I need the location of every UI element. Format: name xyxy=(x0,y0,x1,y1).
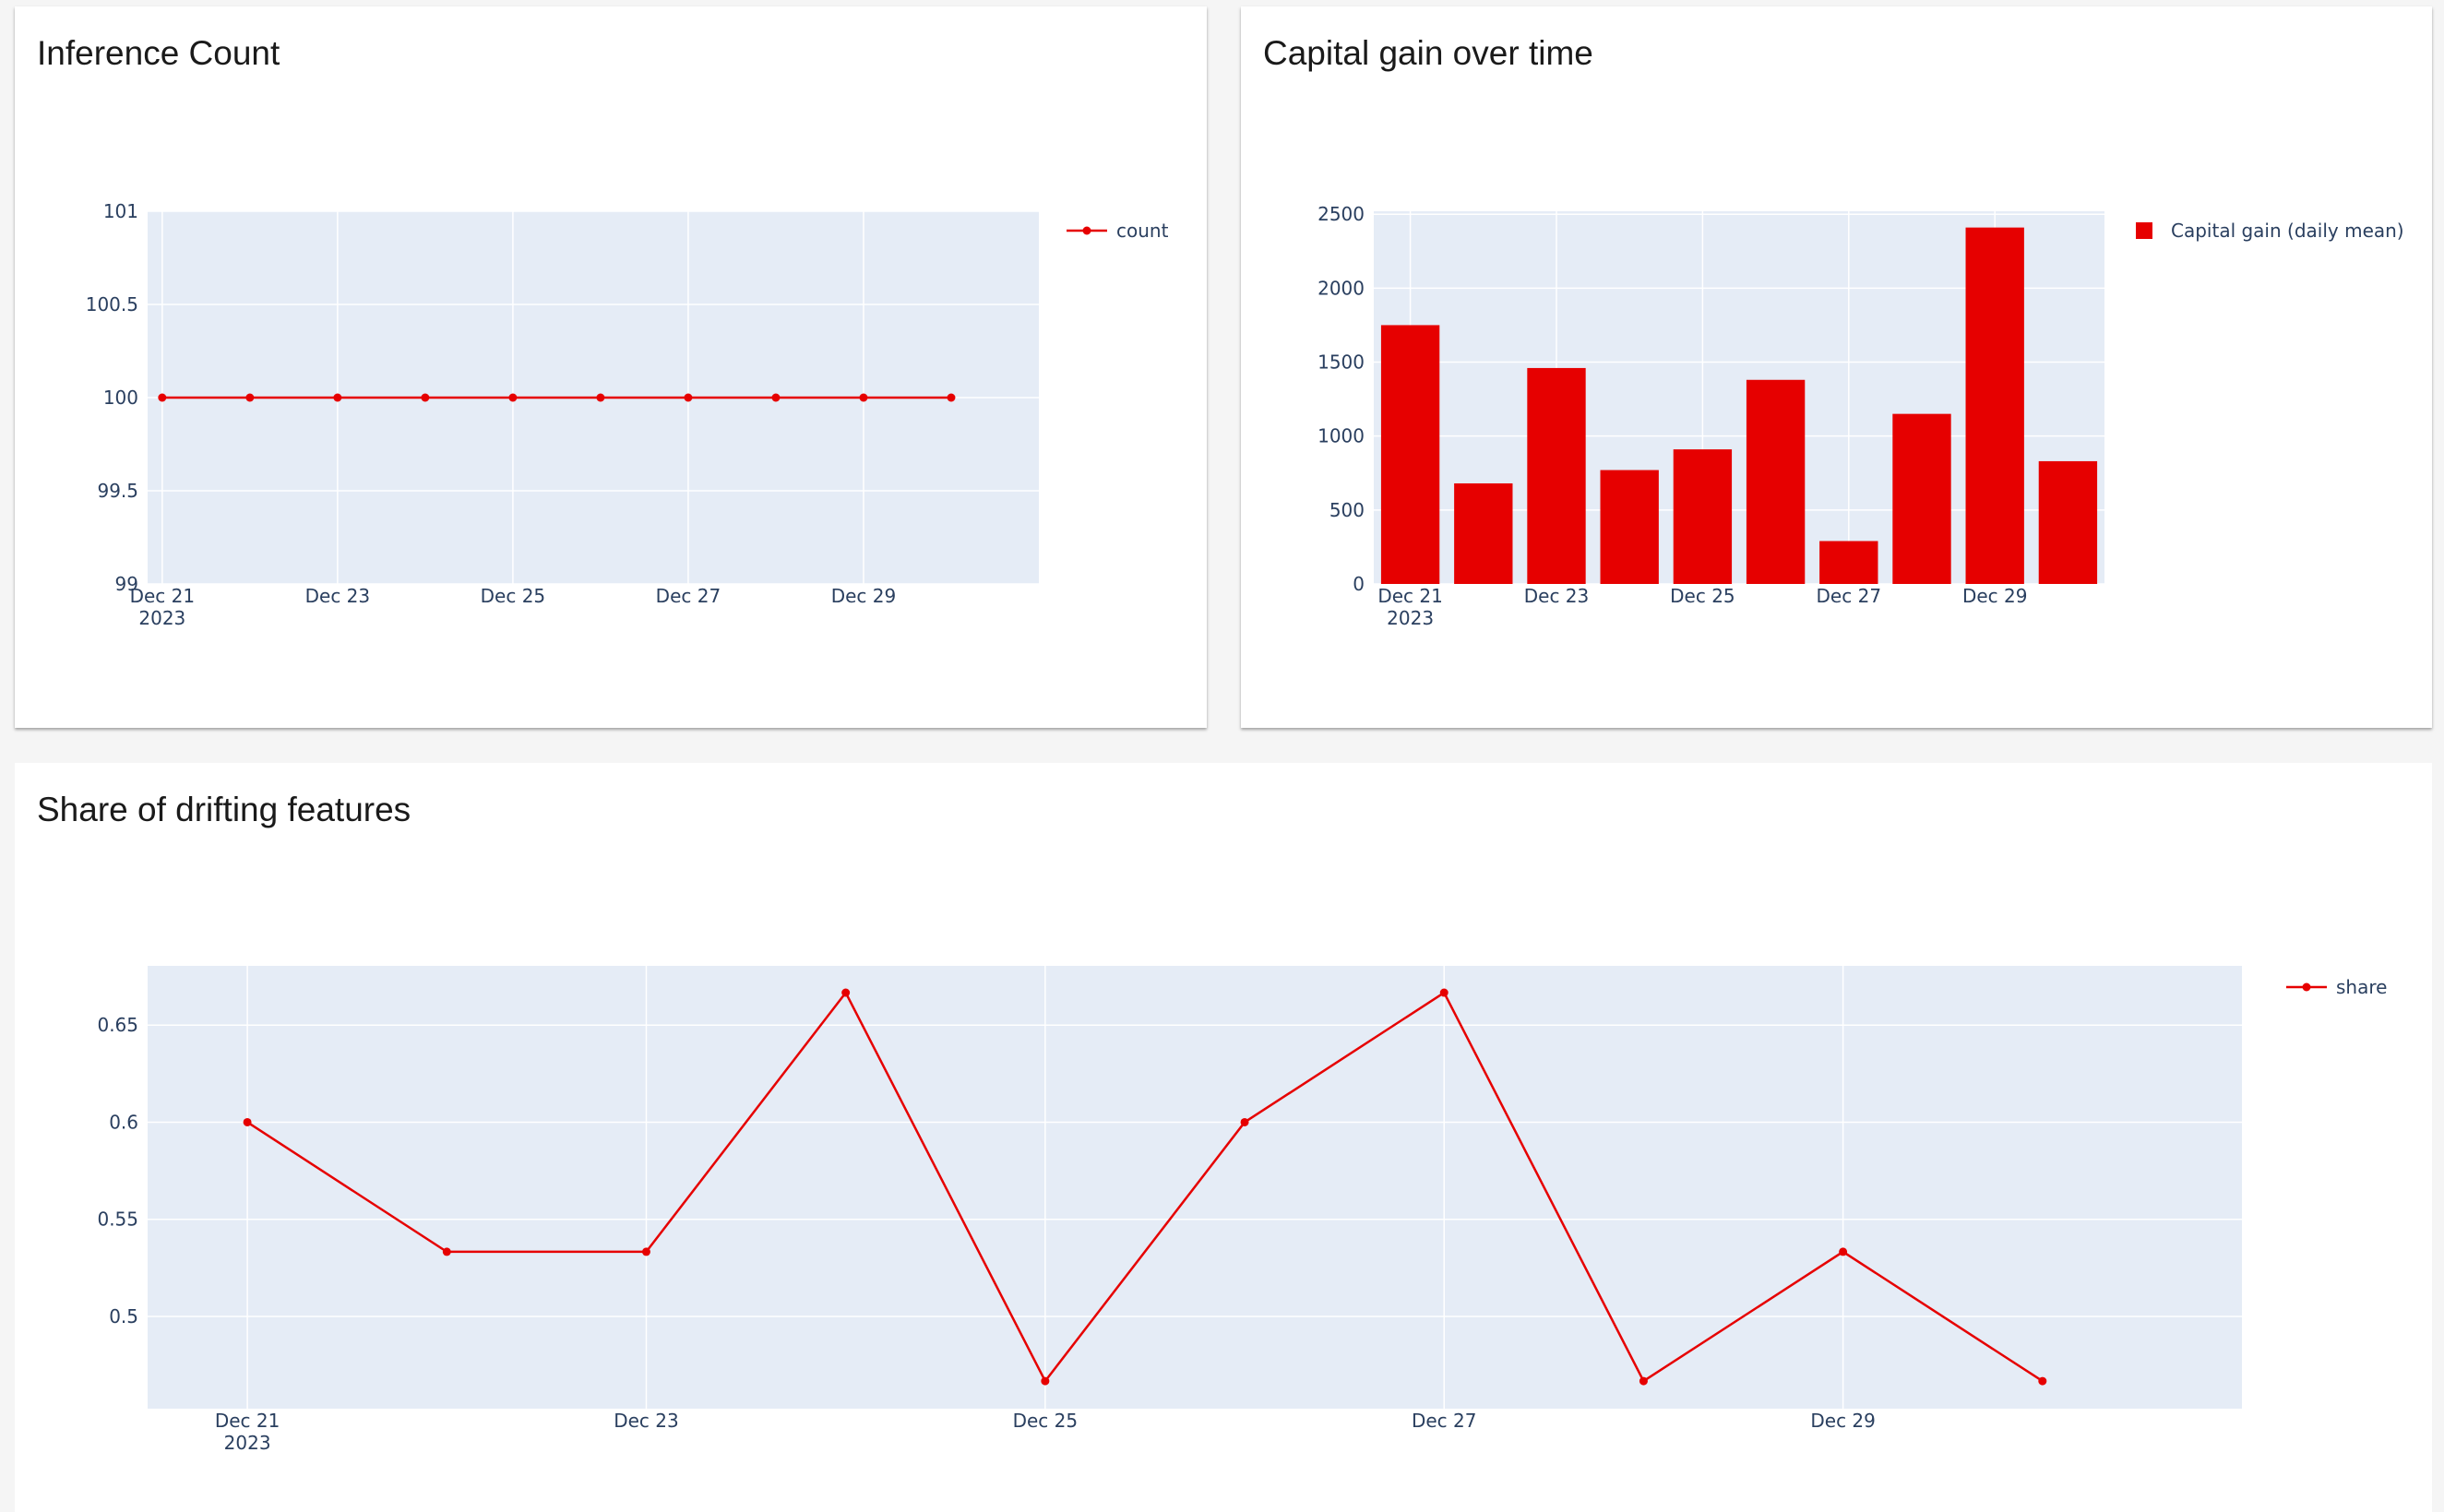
x-tick-label: Dec 21 xyxy=(215,1410,280,1432)
y-tick-label: 1500 xyxy=(1317,351,1365,374)
data-point xyxy=(333,393,342,402)
x-tick-label: Dec 27 xyxy=(656,585,721,607)
capital-gain-chart: 0 500 1000 1500 2000 2500 Dec 212023 Dec 23 Dec … xyxy=(1317,203,2404,629)
bar xyxy=(1380,325,1440,584)
y-tick-label: 0.6 xyxy=(109,1111,138,1133)
legend-marker xyxy=(2302,982,2311,992)
data-point xyxy=(158,393,167,402)
y-tick-label: 2500 xyxy=(1317,203,1365,225)
x-tick-label: Dec 25 xyxy=(1013,1410,1079,1432)
data-point xyxy=(245,393,255,402)
data-point xyxy=(841,988,851,997)
legend-label: Capital gain (daily mean) xyxy=(2171,220,2404,242)
data-point xyxy=(1439,988,1449,997)
y-tick-label: 0.65 xyxy=(97,1014,138,1036)
data-point xyxy=(1839,1247,1848,1256)
legend-label: share xyxy=(2336,976,2387,998)
legend-swatch xyxy=(2136,222,2152,239)
x-tick-label: Dec 23 xyxy=(614,1410,679,1432)
y-tick-label: 99.5 xyxy=(97,480,138,502)
x-tick-label: 2023 xyxy=(224,1432,271,1454)
x-tick-label: Dec 29 xyxy=(831,585,897,607)
inference-count-panel: Inference Count 99 99.5 100 100.5 101 Dec 21 2… xyxy=(15,6,1207,728)
x-tick-label: 2023 xyxy=(138,607,185,629)
bar xyxy=(1673,449,1733,584)
bar xyxy=(1746,379,1806,584)
x-tick-label: Dec 27 xyxy=(1817,585,1882,607)
data-point xyxy=(1240,1117,1249,1126)
x-tick-label: Dec 29 xyxy=(1810,1410,1876,1432)
y-tick-label: 0 xyxy=(1353,573,1365,595)
bar xyxy=(1965,227,2024,584)
x-tick-label: Dec 25 xyxy=(1670,585,1735,607)
drifting-features-chart: 0.5 0.55 0.6 0.65 Dec 212023 Dec 23 Dec 25 Dec … xyxy=(97,966,2387,1454)
y-tick-label: 0.55 xyxy=(97,1208,138,1231)
capital-gain-panel: Capital gain over time 0 500 1000 1500 2000 2… xyxy=(1241,6,2432,728)
x-tick-label: Dec 23 xyxy=(305,585,371,607)
x-tick-label: Dec 29 xyxy=(1962,585,2028,607)
data-point xyxy=(771,393,781,402)
data-point xyxy=(641,1247,650,1256)
x-tick-label: 2023 xyxy=(1387,607,1434,629)
bar xyxy=(1819,541,1878,584)
y-tick-label: 101 xyxy=(103,200,138,222)
drifting-features-panel: Share of drifting features 0.5 0.55 0.6 0.6… xyxy=(15,763,2432,1512)
x-tick-label: Dec 27 xyxy=(1412,1410,1477,1432)
x-tick-label: Dec 23 xyxy=(1524,585,1590,607)
data-point xyxy=(859,393,868,402)
data-point xyxy=(684,393,693,402)
legend-marker xyxy=(1082,226,1091,235)
bar xyxy=(1892,413,1951,584)
bar xyxy=(1454,482,1513,584)
data-point xyxy=(596,393,605,402)
data-point xyxy=(508,393,518,402)
bar xyxy=(2038,460,2098,584)
x-tick-label: Dec 21 xyxy=(1377,585,1443,607)
x-tick-label: Dec 25 xyxy=(481,585,546,607)
y-tick-label: 500 xyxy=(1329,499,1365,521)
y-tick-label: 100 xyxy=(103,387,138,409)
y-tick-label: 2000 xyxy=(1317,277,1365,299)
data-point xyxy=(947,393,956,402)
data-point xyxy=(421,393,430,402)
y-tick-label: 100.5 xyxy=(86,293,138,315)
inference-count-chart: 9999.5100100.5101Dec 212023Dec 23 Dec 25 D… xyxy=(86,200,1169,629)
y-tick-label: 0.5 xyxy=(109,1305,138,1327)
data-point xyxy=(1639,1376,1648,1386)
data-point xyxy=(2038,1376,2047,1386)
y-tick-label: 1000 xyxy=(1317,425,1365,447)
bar xyxy=(1600,470,1659,584)
data-point xyxy=(442,1247,451,1256)
data-point xyxy=(1041,1376,1050,1386)
legend-label: count xyxy=(1116,220,1169,242)
x-tick-label: Dec 21 xyxy=(130,585,196,607)
data-point xyxy=(243,1117,252,1126)
bar xyxy=(1527,367,1586,584)
